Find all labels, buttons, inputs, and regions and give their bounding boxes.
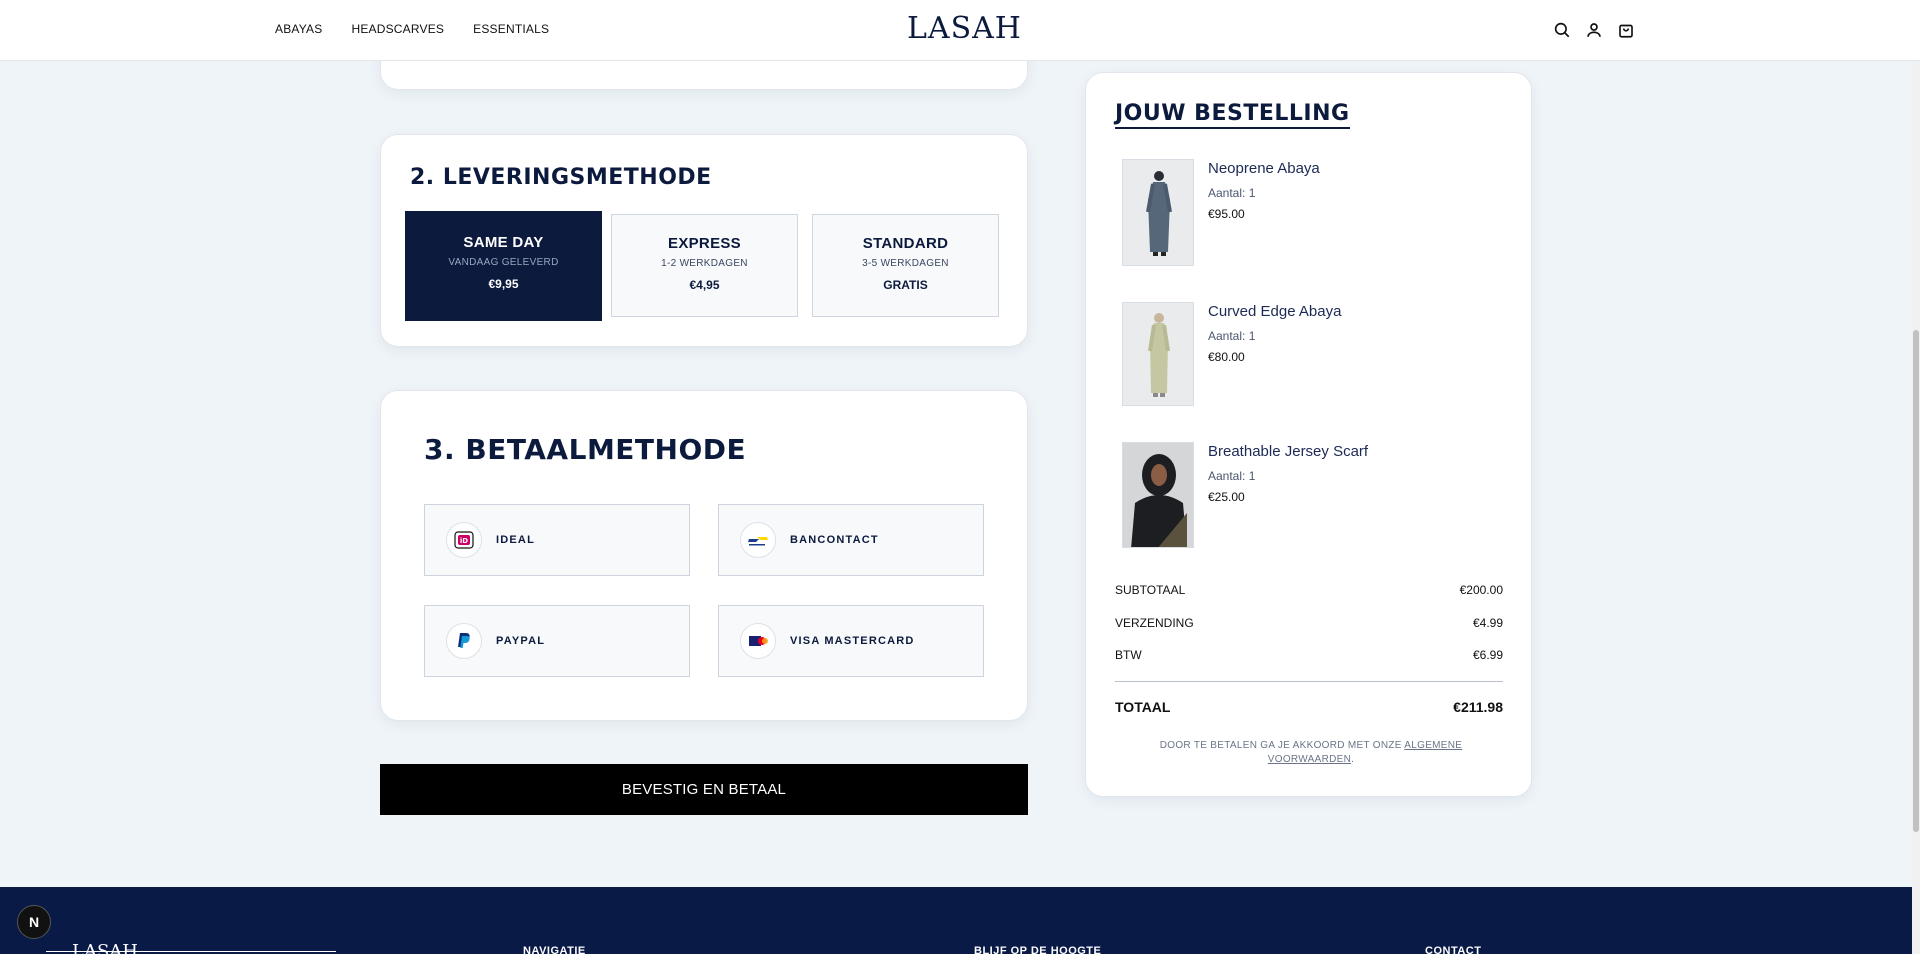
summary-divider xyxy=(1115,681,1503,682)
item-price: €25.00 xyxy=(1208,490,1245,504)
main-nav: ABAYAS HEADSCARVES ESSENTIALS xyxy=(275,22,549,36)
delivery-option-sub: VANDAAG GELEVERD xyxy=(448,257,559,268)
footer-divider xyxy=(46,951,336,952)
nav-essentials[interactable]: ESSENTIALS xyxy=(473,22,549,36)
payment-option-label: PAYPAL xyxy=(496,635,546,647)
confirm-and-pay-button[interactable]: BEVESTIG EN BETAAL xyxy=(380,764,1028,815)
svg-text:iD: iD xyxy=(460,537,468,545)
footer-logo[interactable]: LASAH xyxy=(72,941,138,954)
floating-action-button[interactable]: N xyxy=(17,905,51,939)
payment-title: 3. BETAALMETHODE xyxy=(424,433,747,466)
item-price: €95.00 xyxy=(1208,207,1245,221)
site-header: ABAYAS HEADSCARVES ESSENTIALS LASAH xyxy=(0,0,1920,61)
payment-option-bancontact[interactable]: BANCONTACT xyxy=(718,504,984,576)
ideal-icon: iD xyxy=(446,522,482,558)
site-logo[interactable]: LASAH xyxy=(907,11,1022,46)
subtotal-value: €200.00 xyxy=(1459,583,1503,597)
item-name[interactable]: Curved Edge Abaya xyxy=(1208,303,1341,320)
terms-suffix: . xyxy=(1351,754,1355,765)
payment-option-label: IDEAL xyxy=(496,534,535,546)
total-label: TOTAAL xyxy=(1115,699,1171,715)
item-name[interactable]: Neoprene Abaya xyxy=(1208,160,1320,177)
subtotal-row: SUBTOTAAL €200.00 xyxy=(1115,583,1503,597)
payment-option-label: VISA MASTERCARD xyxy=(790,635,915,647)
bag-icon[interactable] xyxy=(1617,21,1635,39)
shipping-row: VERZENDING €4.99 xyxy=(1115,616,1503,630)
bancontact-icon xyxy=(740,522,776,558)
vat-value: €6.99 xyxy=(1472,648,1503,662)
payment-method-card: 3. BETAALMETHODE iD IDEAL BANCONTACT PAY… xyxy=(380,390,1028,721)
nav-abayas[interactable]: ABAYAS xyxy=(275,22,322,36)
product-image xyxy=(1122,442,1194,548)
nav-headscarves[interactable]: HEADSCARVES xyxy=(351,22,444,36)
site-footer: LASAH NAVIGATIE BLIJF OP DE HOOGTE CONTA… xyxy=(0,887,1912,954)
vat-row: BTW €6.99 xyxy=(1115,648,1503,662)
delivery-option-price: €4,95 xyxy=(689,278,720,292)
order-item: Curved Edge Abaya Aantal: 1 €80.00 xyxy=(1122,302,1502,406)
search-icon[interactable] xyxy=(1553,21,1571,39)
payment-option-ideal[interactable]: iD IDEAL xyxy=(424,504,690,576)
shipping-value: €4.99 xyxy=(1472,616,1503,630)
footer-heading-newsletter: BLIJF OP DE HOOGTE xyxy=(974,945,1102,954)
card-icon xyxy=(740,623,776,659)
delivery-method-card: 2. LEVERINGSMETHODE SAME DAY VANDAAG GEL… xyxy=(380,134,1028,347)
terms-notice: DOOR TE BETALEN GA JE AKKOORD MET ONZE A… xyxy=(1146,739,1476,767)
delivery-option-same-day[interactable]: SAME DAY VANDAAG GELEVERD €9,95 xyxy=(405,211,602,321)
delivery-option-standard[interactable]: STANDARD 3-5 WERKDAGEN GRATIS xyxy=(812,214,999,317)
item-price: €80.00 xyxy=(1208,350,1245,364)
delivery-option-name: SAME DAY xyxy=(463,234,544,251)
total-value: €211.98 xyxy=(1453,699,1503,715)
terms-text: DOOR TE BETALEN GA JE AKKOORD MET ONZE xyxy=(1159,740,1402,751)
payment-option-visa-mastercard[interactable]: VISA MASTERCARD xyxy=(718,605,984,677)
delivery-option-name: STANDARD xyxy=(862,235,949,252)
delivery-option-sub: 3-5 WERKDAGEN xyxy=(862,258,949,269)
item-quantity: Aantal: 1 xyxy=(1208,469,1256,483)
order-item: Breathable Jersey Scarf Aantal: 1 €25.00 xyxy=(1122,442,1502,548)
delivery-option-sub: 1-2 WERKDAGEN xyxy=(661,258,748,269)
product-image xyxy=(1122,302,1194,406)
item-quantity: Aantal: 1 xyxy=(1208,329,1256,343)
delivery-option-price: €9,95 xyxy=(488,277,519,291)
footer-heading-contact: CONTACT xyxy=(1425,945,1482,954)
scrollbar-thumb[interactable] xyxy=(1913,330,1919,832)
paypal-icon xyxy=(446,623,482,659)
order-item: Neoprene Abaya Aantal: 1 €95.00 xyxy=(1122,159,1502,267)
delivery-option-price: GRATIS xyxy=(883,278,928,292)
payment-option-paypal[interactable]: PAYPAL xyxy=(424,605,690,677)
item-name[interactable]: Breathable Jersey Scarf xyxy=(1208,443,1368,460)
order-title: JOUW BESTELLING xyxy=(1115,101,1350,129)
total-row: TOTAAL €211.98 xyxy=(1115,699,1503,715)
order-summary-card: JOUW BESTELLING Neoprene Abaya Aantal: 1… xyxy=(1085,72,1532,797)
vat-label: BTW xyxy=(1115,648,1142,662)
shipping-label: VERZENDING xyxy=(1115,616,1194,630)
delivery-option-express[interactable]: EXPRESS 1-2 WERKDAGEN €4,95 xyxy=(611,214,798,317)
header-actions xyxy=(1553,21,1635,39)
subtotal-label: SUBTOTAAL xyxy=(1115,583,1186,597)
delivery-title: 2. LEVERINGSMETHODE xyxy=(410,165,712,190)
user-icon[interactable] xyxy=(1585,21,1603,39)
delivery-option-name: EXPRESS xyxy=(668,235,741,252)
footer-heading-navigation: NAVIGATIE xyxy=(523,945,586,954)
product-image xyxy=(1122,159,1194,266)
payment-option-label: BANCONTACT xyxy=(790,534,879,546)
item-quantity: Aantal: 1 xyxy=(1208,186,1256,200)
